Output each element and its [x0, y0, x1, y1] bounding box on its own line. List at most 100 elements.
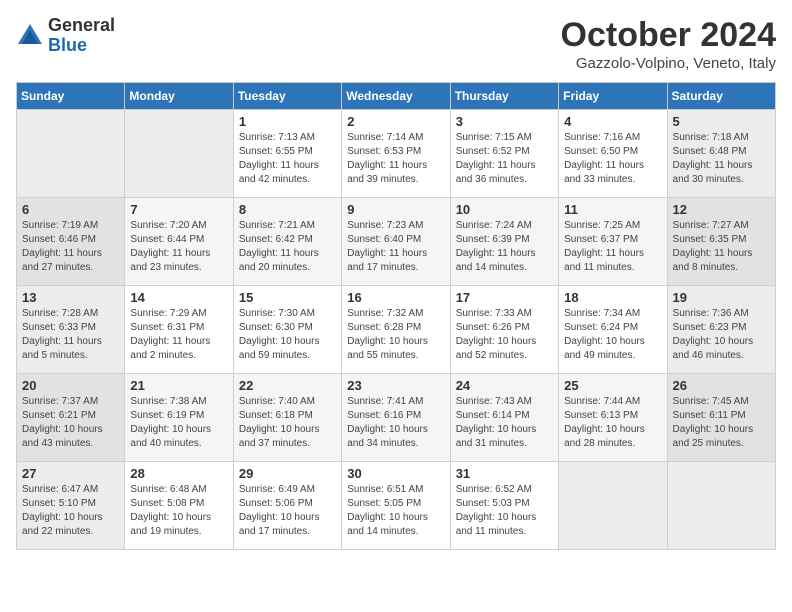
month-title: October 2024: [561, 16, 776, 55]
calendar-cell: 8Sunrise: 7:21 AM Sunset: 6:42 PM Daylig…: [233, 198, 341, 286]
day-number: 24: [456, 378, 553, 393]
day-number: 16: [347, 290, 444, 305]
day-number: 17: [456, 290, 553, 305]
day-info: Sunrise: 7:18 AM Sunset: 6:48 PM Dayligh…: [673, 131, 770, 187]
calendar-cell: 4 Sunrise: 7:16 AM Sunset: 6:50 PM Daylig…: [559, 110, 667, 198]
calendar-cell: 20 Sunrise: 7:37 AM Sunset: 6:21 PM Dayli…: [17, 374, 125, 462]
header-friday: Friday: [559, 83, 667, 110]
day-number: 20: [22, 378, 119, 393]
day-number: 18: [564, 290, 661, 305]
header-saturday: Saturday: [667, 83, 775, 110]
day-number: 2: [347, 114, 444, 129]
logo-general-text: General: [48, 15, 115, 35]
calendar-week-row: 27Sunrise: 6:47 AM Sunset: 5:10 PM Dayli…: [17, 462, 776, 550]
calendar-cell: 17Sunrise: 7:33 AM Sunset: 6:26 PM Dayli…: [450, 286, 558, 374]
calendar-cell: 22 Sunrise: 7:40 AM Sunset: 6:18 PM Dayli…: [233, 374, 341, 462]
day-info: Sunrise: 7:29 AM Sunset: 6:31 PM Dayligh…: [130, 307, 227, 363]
day-number: 9: [347, 202, 444, 217]
day-number: 4: [564, 114, 661, 129]
day-info: Sunrise: 7:40 AM Sunset: 6:18 PM Dayligh…: [239, 395, 336, 451]
day-info: Sunrise: 7:43 AM Sunset: 6:14 PM Dayligh…: [456, 395, 553, 451]
calendar-cell: 1 Sunrise: 7:13 AM Sunset: 6:55 PM Daylig…: [233, 110, 341, 198]
day-info: Sunrise: 7:16 AM Sunset: 6:50 PM Dayligh…: [564, 131, 661, 187]
day-number: 8: [239, 202, 336, 217]
calendar-week-row: 6 Sunrise: 7:19 AM Sunset: 6:46 PM Daylig…: [17, 198, 776, 286]
day-number: 19: [673, 290, 770, 305]
calendar-cell: 16 Sunrise: 7:32 AM Sunset: 6:28 PM Dayli…: [342, 286, 450, 374]
day-number: 10: [456, 202, 553, 217]
day-info: Sunrise: 7:14 AM Sunset: 6:53 PM Dayligh…: [347, 131, 444, 187]
day-info: Sunrise: 7:45 AM Sunset: 6:11 PM Dayligh…: [673, 395, 770, 451]
calendar-table: SundayMondayTuesdayWednesdayThursdayFrid…: [16, 82, 776, 550]
calendar-header-row: SundayMondayTuesdayWednesdayThursdayFrid…: [17, 83, 776, 110]
header-monday: Monday: [125, 83, 233, 110]
day-number: 29: [239, 466, 336, 481]
day-info: Sunrise: 7:36 AM Sunset: 6:23 PM Dayligh…: [673, 307, 770, 363]
calendar-cell: 15Sunrise: 7:30 AM Sunset: 6:30 PM Dayli…: [233, 286, 341, 374]
logo: General Blue: [16, 16, 115, 56]
calendar-cell: [559, 462, 667, 550]
day-number: 5: [673, 114, 770, 129]
calendar-cell: 27Sunrise: 6:47 AM Sunset: 5:10 PM Dayli…: [17, 462, 125, 550]
day-info: Sunrise: 7:30 AM Sunset: 6:30 PM Dayligh…: [239, 307, 336, 363]
calendar-cell: 28 Sunrise: 6:48 AM Sunset: 5:08 PM Dayli…: [125, 462, 233, 550]
page-header: General Blue October 2024 Gazzolo-Volpin…: [16, 16, 776, 72]
day-info: Sunrise: 7:19 AM Sunset: 6:46 PM Dayligh…: [22, 219, 119, 275]
day-info: Sunrise: 6:51 AM Sunset: 5:05 PM Dayligh…: [347, 483, 444, 539]
day-info: Sunrise: 7:37 AM Sunset: 6:21 PM Dayligh…: [22, 395, 119, 451]
day-info: Sunrise: 7:20 AM Sunset: 6:44 PM Dayligh…: [130, 219, 227, 275]
calendar-cell: 2 Sunrise: 7:14 AM Sunset: 6:53 PM Daylig…: [342, 110, 450, 198]
calendar-cell: 13 Sunrise: 7:28 AM Sunset: 6:33 PM Dayli…: [17, 286, 125, 374]
day-info: Sunrise: 7:32 AM Sunset: 6:28 PM Dayligh…: [347, 307, 444, 363]
header-thursday: Thursday: [450, 83, 558, 110]
day-info: Sunrise: 7:15 AM Sunset: 6:52 PM Dayligh…: [456, 131, 553, 187]
day-info: Sunrise: 7:25 AM Sunset: 6:37 PM Dayligh…: [564, 219, 661, 275]
calendar-cell: 9Sunrise: 7:23 AM Sunset: 6:40 PM Daylig…: [342, 198, 450, 286]
calendar-cell: 10 Sunrise: 7:24 AM Sunset: 6:39 PM Dayli…: [450, 198, 558, 286]
calendar-week-row: 1 Sunrise: 7:13 AM Sunset: 6:55 PM Daylig…: [17, 110, 776, 198]
calendar-cell: 5 Sunrise: 7:18 AM Sunset: 6:48 PM Daylig…: [667, 110, 775, 198]
day-info: Sunrise: 6:48 AM Sunset: 5:08 PM Dayligh…: [130, 483, 227, 539]
day-info: Sunrise: 7:27 AM Sunset: 6:35 PM Dayligh…: [673, 219, 770, 275]
day-number: 11: [564, 202, 661, 217]
day-info: Sunrise: 7:13 AM Sunset: 6:55 PM Dayligh…: [239, 131, 336, 187]
day-info: Sunrise: 7:28 AM Sunset: 6:33 PM Dayligh…: [22, 307, 119, 363]
calendar-cell: 23 Sunrise: 7:41 AM Sunset: 6:16 PM Dayli…: [342, 374, 450, 462]
day-info: Sunrise: 7:34 AM Sunset: 6:24 PM Dayligh…: [564, 307, 661, 363]
calendar-cell: 18 Sunrise: 7:34 AM Sunset: 6:24 PM Dayli…: [559, 286, 667, 374]
calendar-cell: 26 Sunrise: 7:45 AM Sunset: 6:11 PM Dayli…: [667, 374, 775, 462]
day-number: 23: [347, 378, 444, 393]
day-number: 6: [22, 202, 119, 217]
header-tuesday: Tuesday: [233, 83, 341, 110]
calendar-cell: 7 Sunrise: 7:20 AM Sunset: 6:44 PM Daylig…: [125, 198, 233, 286]
day-number: 14: [130, 290, 227, 305]
day-number: 3: [456, 114, 553, 129]
calendar-cell: 30Sunrise: 6:51 AM Sunset: 5:05 PM Dayli…: [342, 462, 450, 550]
logo-icon: [16, 22, 44, 50]
header-sunday: Sunday: [17, 83, 125, 110]
calendar-cell: 14 Sunrise: 7:29 AM Sunset: 6:31 PM Dayli…: [125, 286, 233, 374]
day-number: 1: [239, 114, 336, 129]
day-info: Sunrise: 7:38 AM Sunset: 6:19 PM Dayligh…: [130, 395, 227, 451]
day-info: Sunrise: 7:44 AM Sunset: 6:13 PM Dayligh…: [564, 395, 661, 451]
day-info: Sunrise: 7:24 AM Sunset: 6:39 PM Dayligh…: [456, 219, 553, 275]
day-number: 25: [564, 378, 661, 393]
calendar-week-row: 20 Sunrise: 7:37 AM Sunset: 6:21 PM Dayli…: [17, 374, 776, 462]
day-info: Sunrise: 6:52 AM Sunset: 5:03 PM Dayligh…: [456, 483, 553, 539]
calendar-cell: 12Sunrise: 7:27 AM Sunset: 6:35 PM Dayli…: [667, 198, 775, 286]
calendar-week-row: 13 Sunrise: 7:28 AM Sunset: 6:33 PM Dayli…: [17, 286, 776, 374]
header-wednesday: Wednesday: [342, 83, 450, 110]
calendar-cell: 21Sunrise: 7:38 AM Sunset: 6:19 PM Dayli…: [125, 374, 233, 462]
day-info: Sunrise: 6:49 AM Sunset: 5:06 PM Dayligh…: [239, 483, 336, 539]
day-number: 31: [456, 466, 553, 481]
logo-blue-text: Blue: [48, 35, 87, 55]
day-number: 26: [673, 378, 770, 393]
day-number: 13: [22, 290, 119, 305]
day-number: 28: [130, 466, 227, 481]
day-info: Sunrise: 7:41 AM Sunset: 6:16 PM Dayligh…: [347, 395, 444, 451]
calendar-cell: [17, 110, 125, 198]
day-number: 7: [130, 202, 227, 217]
day-number: 22: [239, 378, 336, 393]
calendar-cell: 25 Sunrise: 7:44 AM Sunset: 6:13 PM Dayli…: [559, 374, 667, 462]
calendar-cell: 31 Sunrise: 6:52 AM Sunset: 5:03 PM Dayli…: [450, 462, 558, 550]
